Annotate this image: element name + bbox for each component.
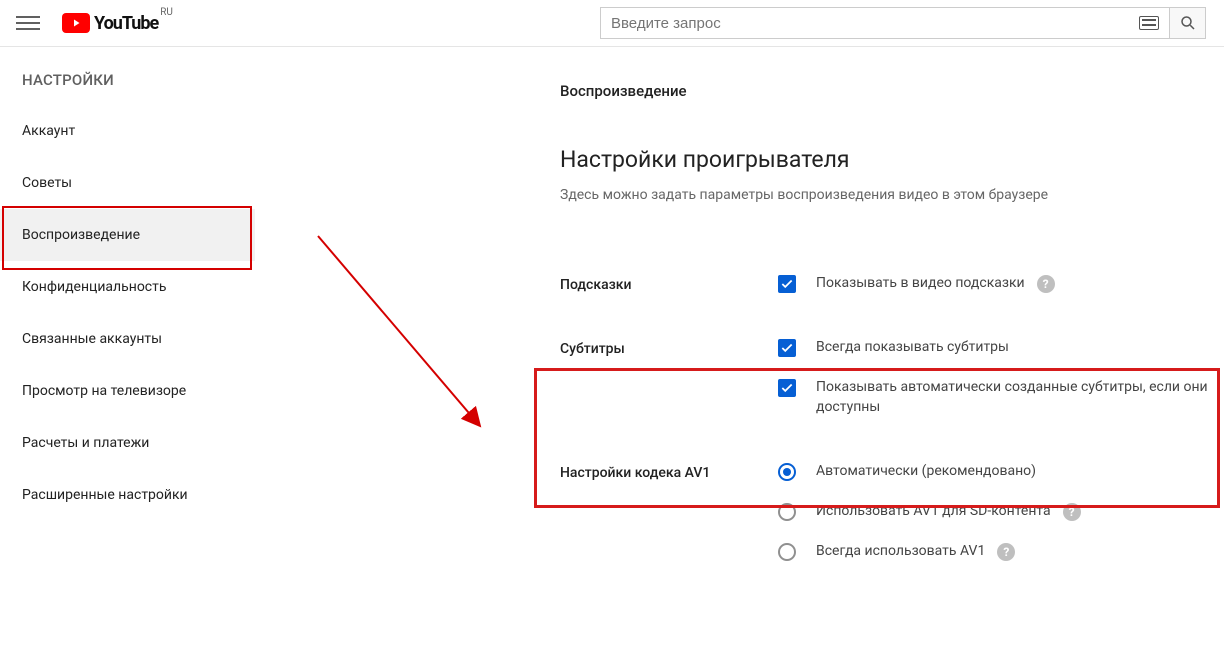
subs-option1-label: Всегда показывать субтитры — [816, 337, 1009, 357]
settings-sidebar: НАСТРОЙКИ Аккаунт Советы Воспроизведение… — [0, 47, 255, 521]
hints-label: Подсказки — [560, 273, 778, 293]
help-icon[interactable]: ? — [1063, 503, 1081, 521]
sidebar-item-account[interactable]: Аккаунт — [0, 105, 255, 157]
help-icon[interactable]: ? — [997, 543, 1015, 561]
search-input-wrap — [600, 7, 1170, 39]
youtube-logo[interactable]: YouTube RU — [62, 13, 173, 34]
radio-av1-auto[interactable] — [778, 463, 796, 481]
keyboard-icon[interactable] — [1139, 16, 1159, 30]
hints-option-label: Показывать в видео подсказки — [816, 273, 1025, 293]
radio-av1-always[interactable] — [778, 543, 796, 561]
magnifier-icon — [1179, 14, 1197, 32]
checkbox-subs-auto[interactable] — [778, 379, 796, 397]
sidebar-item-playback[interactable]: Воспроизведение — [0, 209, 255, 261]
av1-option1-label: Автоматически (рекомендовано) — [816, 461, 1036, 481]
checkbox-hints[interactable] — [778, 275, 796, 293]
logo-text: YouTube — [94, 13, 158, 34]
main-content: Воспроизведение Настройки проигрывателя … — [560, 82, 1224, 581]
sidebar-item-connected[interactable]: Связанные аккаунты — [0, 313, 255, 365]
header: YouTube RU — [0, 0, 1224, 46]
sidebar-item-tips[interactable]: Советы — [0, 157, 255, 209]
sidebar-item-tv[interactable]: Просмотр на телевизоре — [0, 365, 255, 417]
hints-section: Подсказки Показывать в видео подсказки ? — [560, 273, 1224, 313]
sidebar-title: НАСТРОЙКИ — [0, 61, 255, 105]
av1-option2-label: Использовать AV1 для SD-контента — [816, 501, 1051, 521]
sidebar-item-billing[interactable]: Расчеты и платежи — [0, 417, 255, 469]
sidebar-item-advanced[interactable]: Расширенные настройки — [0, 469, 255, 521]
av1-label: Настройки кодека AV1 — [560, 461, 778, 481]
region-badge: RU — [160, 7, 173, 18]
sidebar-item-privacy[interactable]: Конфиденциальность — [0, 261, 255, 313]
search-button[interactable] — [1170, 7, 1206, 39]
subtitles-section: Субтитры Всегда показывать субтитры Пока… — [560, 337, 1224, 437]
help-icon[interactable]: ? — [1037, 275, 1055, 293]
av1-option3-label: Всегда использовать AV1 — [816, 541, 985, 561]
search-input[interactable] — [611, 15, 1139, 32]
page-title: Настройки проигрывателя — [560, 146, 1224, 173]
av1-section: Настройки кодека AV1 Автоматически (реко… — [560, 461, 1224, 581]
checkbox-subs-always[interactable] — [778, 339, 796, 357]
hamburger-icon[interactable] — [16, 11, 40, 35]
breadcrumb: Воспроизведение — [560, 82, 1224, 100]
subs-option2-label: Показывать автоматически созданные субти… — [816, 377, 1224, 417]
subtitles-label: Субтитры — [560, 337, 778, 357]
page-subtitle: Здесь можно задать параметры воспроизвед… — [560, 187, 1224, 203]
radio-av1-sd[interactable] — [778, 503, 796, 521]
play-icon — [62, 13, 90, 33]
